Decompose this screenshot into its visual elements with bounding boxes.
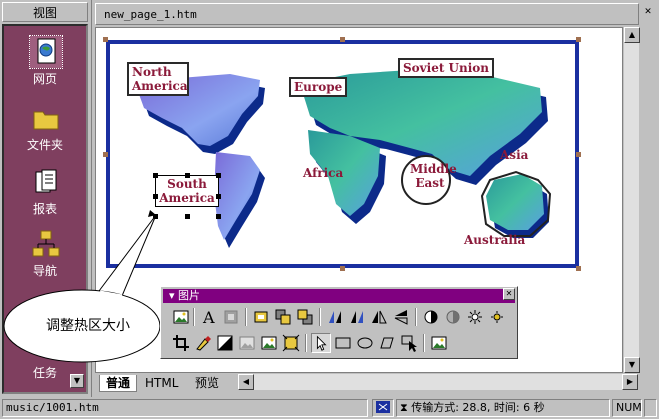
rectangular-hotspot-icon[interactable] xyxy=(333,333,353,353)
select-icon[interactable] xyxy=(311,333,331,353)
bevel-icon[interactable] xyxy=(259,333,279,353)
vertical-scrollbar[interactable]: ▲ ▼ xyxy=(623,27,640,373)
resize-handle[interactable] xyxy=(216,194,221,199)
rotate-left-icon[interactable] xyxy=(325,307,345,327)
send-backward-icon[interactable] xyxy=(295,307,315,327)
auto-thumbnail-icon[interactable] xyxy=(221,307,241,327)
restore-icon[interactable] xyxy=(429,333,449,353)
picture-toolbar-title-bar[interactable]: ▾ 图片 xyxy=(163,289,515,303)
position-absolutely-icon[interactable] xyxy=(251,307,271,327)
status-transfer-time: ⧗ 传输方式: 28.8, 时间: 6 秒 xyxy=(396,399,610,417)
image-resize-handle[interactable] xyxy=(576,37,581,42)
hotspot-label: North America xyxy=(132,65,188,93)
set-transparent-color-icon[interactable] xyxy=(193,333,213,353)
views-scroll-down-button[interactable]: ▼ xyxy=(70,374,84,388)
resize-handle[interactable] xyxy=(185,214,190,219)
hotspot-soviet-union[interactable]: Soviet Union xyxy=(398,58,495,78)
hotspot-label: Middle East xyxy=(410,162,457,190)
image-resize-handle[interactable] xyxy=(103,152,108,157)
view-item-label: 网页 xyxy=(32,72,57,86)
image-resize-handle[interactable] xyxy=(340,37,345,42)
hotspot-middle-east[interactable]: Middle East xyxy=(410,162,457,190)
toolbar-row-2 xyxy=(165,331,515,355)
image-resize-handle[interactable] xyxy=(576,266,581,271)
resize-handle[interactable] xyxy=(216,214,221,219)
callout-text: 调整热区大小 xyxy=(46,318,130,334)
toolbar-row-1: A xyxy=(165,305,515,329)
more-contrast-icon[interactable] xyxy=(421,307,441,327)
flip-vertical-icon[interactable] xyxy=(391,307,411,327)
picture-toolbar-close-icon[interactable]: ✕ xyxy=(503,288,515,300)
resize-handle[interactable] xyxy=(216,173,221,178)
scroll-up-button[interactable]: ▲ xyxy=(624,27,640,43)
hourglass-icon: ⧗ xyxy=(400,401,408,414)
hotspot-label: Europe xyxy=(294,80,343,94)
hotspot-label: Africa xyxy=(303,166,344,180)
web-page-icon xyxy=(29,35,63,69)
flip-horizontal-icon[interactable] xyxy=(369,307,389,327)
hotspot-north-america[interactable]: North America xyxy=(127,62,189,96)
insert-picture-icon[interactable] xyxy=(171,307,191,327)
views-bar-title: 视图 xyxy=(2,2,88,22)
scroll-left-button[interactable]: ◀ xyxy=(238,374,254,390)
scroll-down-button[interactable]: ▼ xyxy=(624,357,640,373)
bring-forward-icon[interactable] xyxy=(273,307,293,327)
image-resize-handle[interactable] xyxy=(576,152,581,157)
tab-preview[interactable]: 预览 xyxy=(189,375,225,392)
hotspot-asia[interactable]: Asia xyxy=(500,148,528,162)
tab-html[interactable]: HTML xyxy=(139,375,184,392)
document-tab[interactable]: new_page_1.htm xyxy=(95,3,639,25)
text-icon[interactable]: A xyxy=(199,307,219,327)
resize-handle[interactable] xyxy=(153,194,158,199)
view-item-page[interactable]: 网页 xyxy=(4,30,86,92)
wash-out-icon[interactable] xyxy=(237,333,257,353)
callout-balloon xyxy=(3,210,161,363)
image-resize-handle[interactable] xyxy=(103,37,108,42)
resample-icon[interactable] xyxy=(281,333,301,353)
document-tab-title: new_page_1.htm xyxy=(104,8,197,21)
status-extra xyxy=(644,399,657,417)
hotspot-africa[interactable]: Africa xyxy=(303,166,343,180)
picture-toolbar: ▾ 图片 ✕ A xyxy=(160,286,518,359)
view-item-folders[interactable]: 文件夹 xyxy=(4,96,86,158)
status-bar: music/1001.htm ⧗ 传输方式: 28.8, 时间: 6 秒 NUM xyxy=(0,397,659,419)
circular-hotspot-icon[interactable] xyxy=(355,333,375,353)
polygonal-hotspot-icon[interactable] xyxy=(377,333,397,353)
more-brightness-icon[interactable] xyxy=(465,307,485,327)
connection-icon xyxy=(372,399,394,417)
world-map-image[interactable]: North America Europe Soviet Union Africa… xyxy=(106,40,579,268)
close-document-icon[interactable]: ✕ xyxy=(641,5,655,19)
less-brightness-icon[interactable] xyxy=(487,307,507,327)
status-path: music/1001.htm xyxy=(2,399,368,417)
rotate-right-icon[interactable] xyxy=(347,307,367,327)
resize-handle[interactable] xyxy=(153,173,158,178)
view-item-label: 文件夹 xyxy=(26,138,63,152)
status-transfer-text: 传输方式: 28.8, 时间: 6 秒 xyxy=(411,401,545,414)
svg-text:A: A xyxy=(202,308,215,327)
hotspot-label: Soviet Union xyxy=(403,61,490,75)
black-and-white-icon[interactable] xyxy=(215,333,235,353)
hotspot-australia[interactable]: Australia xyxy=(464,233,525,247)
picture-toolbar-title: 图片 xyxy=(178,289,201,302)
hotspot-label: Australia xyxy=(464,233,526,247)
hotspot-europe[interactable]: Europe xyxy=(289,77,348,97)
highlight-hotspots-icon[interactable] xyxy=(399,333,419,353)
resize-handle[interactable] xyxy=(185,173,190,178)
tab-normal[interactable]: 普通 xyxy=(99,375,138,392)
less-contrast-icon[interactable] xyxy=(443,307,463,327)
image-resize-handle[interactable] xyxy=(340,266,345,271)
scroll-right-button[interactable]: ▶ xyxy=(622,374,638,390)
num-lock-indicator: NUM xyxy=(612,399,642,417)
crop-icon[interactable] xyxy=(171,333,191,353)
folder-icon xyxy=(33,111,59,130)
horizontal-scrollbar[interactable]: ◀ ▶ xyxy=(238,374,638,390)
hotspot-label: Asia xyxy=(500,148,529,162)
reports-icon xyxy=(35,169,57,193)
